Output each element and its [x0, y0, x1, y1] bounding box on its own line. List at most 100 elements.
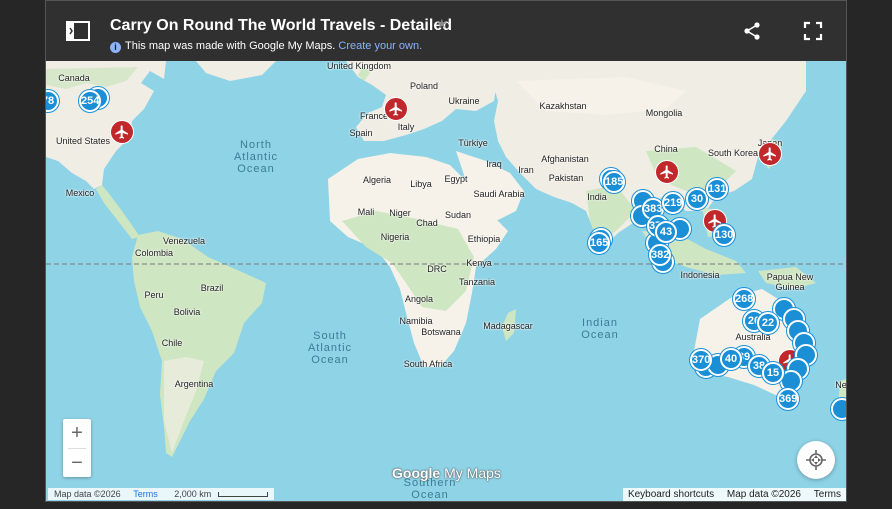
scale-label[interactable]: 2,000 km	[174, 489, 211, 499]
country-label: Canada	[58, 73, 90, 83]
country-label: Tanzania	[458, 277, 496, 287]
country-label: South Korea	[707, 148, 759, 158]
country-label: Namibia	[399, 316, 433, 326]
map-data-text: Map data ©2026	[726, 489, 801, 500]
country-label: Peru	[144, 290, 164, 300]
cluster-marker[interactable]: 382	[649, 244, 671, 266]
country-label: Angola	[404, 294, 434, 304]
country-label: Afghanistan	[541, 154, 589, 164]
info-text: This map was made with Google My Maps.	[125, 40, 336, 52]
country-label: Botswana	[421, 327, 461, 337]
scale-bar	[217, 492, 268, 497]
cluster-marker[interactable]: 165	[588, 232, 610, 254]
country-label: Saudi Arabia	[473, 189, 525, 199]
cluster-marker[interactable]: 268	[733, 288, 755, 310]
airplane-icon	[389, 102, 402, 116]
country-label: Mexico	[65, 188, 95, 198]
country-label: Sudan	[444, 210, 472, 220]
cluster-marker[interactable]: 219	[662, 192, 684, 214]
country-label: Iran	[518, 165, 534, 175]
cluster-marker[interactable]: 254	[79, 90, 101, 112]
country-label: China	[654, 144, 678, 154]
plane-marker[interactable]	[110, 120, 134, 144]
cluster-marker[interactable]	[831, 398, 846, 420]
cluster-marker[interactable]: 22	[757, 312, 779, 334]
country-label: Iraq	[486, 159, 502, 169]
country-label: Ethiopia	[467, 234, 501, 244]
cluster-marker[interactable]: 40	[720, 348, 742, 370]
country-label: Egypt	[444, 174, 468, 184]
country-label: Chile	[161, 338, 183, 348]
fullscreen-icon[interactable]	[803, 21, 823, 41]
ocean-label: South Atlantic Ocean	[307, 330, 353, 366]
airplane-icon	[660, 165, 673, 179]
terms-link[interactable]: Terms	[809, 489, 846, 500]
cluster-marker[interactable]: 43	[655, 221, 677, 243]
ocean-label: North Atlantic Ocean	[233, 139, 279, 175]
country-label: Madagascar	[483, 321, 533, 331]
country-label: Poland	[409, 81, 439, 91]
country-label: Indonesia	[680, 270, 720, 280]
country-label: Bolivia	[173, 307, 201, 317]
terms-link[interactable]: Terms	[133, 489, 158, 499]
map-header: Carry On Round The World Travels - Detai…	[46, 1, 846, 61]
my-location-icon	[806, 450, 826, 470]
country-label: Argentina	[174, 379, 214, 389]
cluster-marker[interactable]: 370	[690, 349, 712, 371]
country-label: South Africa	[403, 359, 453, 369]
google-logo-text: Google	[392, 465, 441, 481]
map-title: Carry On Round The World Travels - Detai…	[110, 17, 452, 34]
country-label: Kenya	[466, 258, 492, 268]
my-location-button[interactable]	[797, 441, 835, 479]
share-icon[interactable]	[742, 21, 762, 41]
plane-marker[interactable]	[758, 142, 782, 166]
info-line: i This map was made with Google My Maps. …	[110, 40, 422, 53]
country-label: Niger	[389, 208, 411, 218]
keyboard-shortcuts-link[interactable]: Keyboard shortcuts	[623, 489, 719, 500]
zoom-control: + −	[63, 419, 91, 477]
country-label: Türkiye	[458, 138, 488, 148]
google-my-maps-logo: Google My Maps	[392, 465, 501, 481]
plane-marker[interactable]	[384, 97, 408, 121]
airplane-icon	[115, 125, 128, 139]
ocean-label: Indian Ocean	[581, 317, 619, 341]
map-frame: Carry On Round The World Travels - Detai…	[45, 0, 847, 502]
country-label: United Kingdom	[326, 61, 392, 71]
country-label: Italy	[397, 122, 415, 132]
world-basemap	[46, 61, 846, 457]
country-label: Chad	[416, 218, 438, 228]
country-label: India	[587, 192, 607, 202]
cluster-marker[interactable]: 131	[706, 178, 728, 200]
star-icon[interactable]: ★	[436, 16, 448, 32]
country-label: Kazakhstan	[539, 101, 587, 111]
airplane-icon	[763, 147, 776, 161]
mymaps-logo-text: My Maps	[444, 465, 501, 481]
plane-marker[interactable]	[655, 160, 679, 184]
country-label: Spain	[349, 128, 373, 138]
sidebar-panel-icon[interactable]	[66, 21, 90, 41]
cluster-marker[interactable]: 185	[603, 171, 625, 193]
country-label: Libya	[410, 179, 432, 189]
zoom-in-button[interactable]: +	[63, 419, 91, 447]
map-data-text: Map data ©2026	[54, 489, 121, 499]
country-label: Mali	[357, 207, 375, 217]
country-label: Ukraine	[448, 96, 480, 106]
country-label: Algeria	[362, 175, 392, 185]
cluster-marker[interactable]: 130	[713, 224, 735, 246]
cluster-marker[interactable]: 369	[777, 388, 799, 410]
country-label: United States	[55, 136, 111, 146]
country-label: Colombia	[134, 248, 174, 258]
map-canvas[interactable]: Canada United Kingdom Poland Ukraine Kaz…	[46, 61, 846, 501]
country-label: Mongolia	[645, 108, 683, 118]
attribution-right: Keyboard shortcuts Map data ©2026 Terms	[622, 488, 846, 501]
info-icon: i	[110, 42, 121, 53]
country-label: Nigeria	[380, 232, 410, 242]
cluster-marker[interactable]: 30	[686, 188, 708, 210]
country-label: Venezuela	[162, 236, 206, 246]
country-label: Papua New Guinea	[766, 272, 814, 292]
cluster-marker[interactable]: 15	[762, 362, 784, 384]
zoom-out-button[interactable]: −	[63, 449, 91, 477]
country-label: DRC	[427, 264, 447, 274]
attribution-left: Map data ©2026 Terms 2,000 km	[48, 488, 274, 500]
create-map-link[interactable]: Create your own.	[338, 40, 422, 52]
